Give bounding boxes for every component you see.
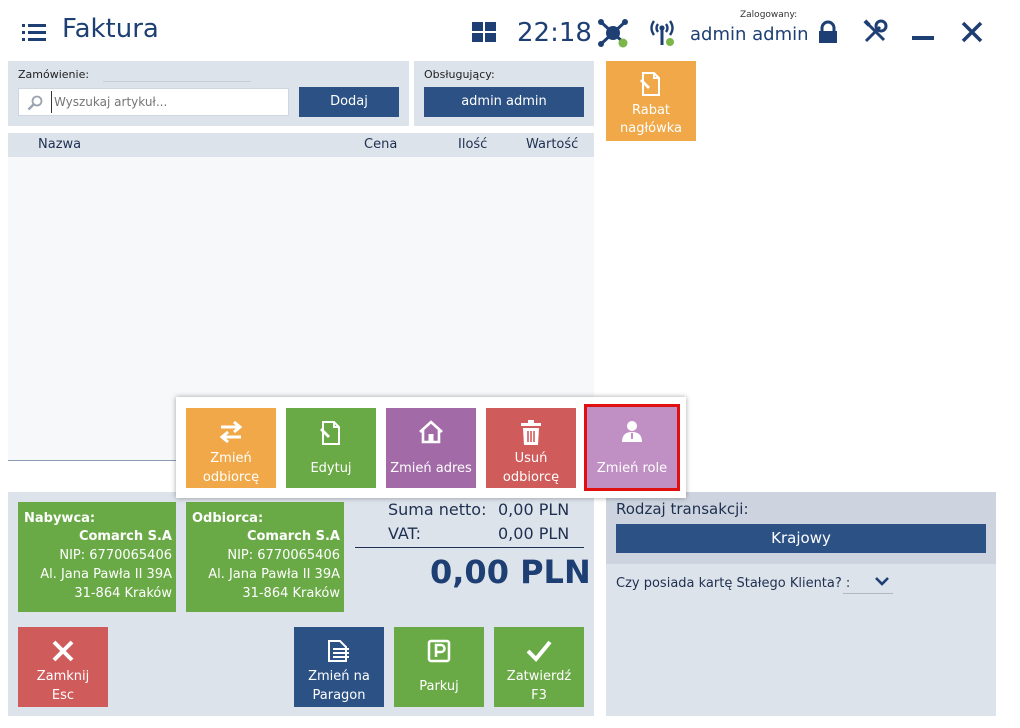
home-icon <box>419 420 443 444</box>
minimize-icon[interactable] <box>912 36 934 40</box>
served-panel: Obsługujący: admin admin <box>414 61 594 126</box>
order-label: Zamówienie: <box>18 68 90 81</box>
buyer-title: Nabywca: <box>24 511 96 526</box>
discount-line2: nagłówka <box>619 121 682 136</box>
recipient-nip: NIP: 6770065406 <box>227 548 340 563</box>
remove-recipient-line2: odbiorcę <box>502 470 560 485</box>
search-box[interactable] <box>18 88 289 116</box>
vat-value: 0,00 PLN <box>498 524 570 543</box>
edit-label: Edytuj <box>310 461 352 476</box>
loyalty-card-label: Czy posiada kartę Stałego Klienta? : <box>616 576 851 591</box>
items-table-header: Nazwa Cena Ilość Wartość <box>8 133 594 157</box>
served-label: Obsługujący: <box>424 68 495 81</box>
edit-button[interactable]: Edytuj <box>286 408 376 488</box>
recipient-street: Al. Jana Pawła II 39A <box>208 567 340 582</box>
buyer-city: 31-864 Kraków <box>74 586 172 601</box>
change-recipient-line1: Zmień <box>210 451 252 466</box>
header-discount-button[interactable]: Rabat nagłówka <box>606 61 696 141</box>
swap-arrows-icon <box>219 420 243 444</box>
park-button[interactable]: Parkuj <box>394 627 484 707</box>
recipient-title: Odbiorca: <box>192 511 264 526</box>
recipient-name: Comarch S.A <box>246 529 340 544</box>
search-icon <box>27 95 43 111</box>
change-address-label: Zmień adres <box>390 461 472 476</box>
checkmark-icon <box>526 640 552 662</box>
park-label: Parkuj <box>419 679 459 694</box>
parking-icon <box>427 639 451 663</box>
total-amount: 0,00 PLN <box>430 553 591 591</box>
buyer-nip: NIP: 6770065406 <box>59 548 172 563</box>
recipient-city: 31-864 Kraków <box>242 586 340 601</box>
served-user-button[interactable]: admin admin <box>424 87 584 117</box>
confirm-label: Zatwierdź <box>506 669 572 684</box>
column-name[interactable]: Nazwa <box>38 137 81 152</box>
summary-divider <box>355 547 584 548</box>
buyer-street: Al. Jana Pawła II 39A <box>40 567 172 582</box>
lock-icon[interactable] <box>816 20 840 44</box>
network-hub-icon[interactable] <box>596 16 630 50</box>
close-button[interactable]: Zamknij Esc <box>18 627 108 707</box>
edit-document-icon <box>320 421 340 445</box>
confirm-button[interactable]: Zatwierdź F3 <box>494 627 584 707</box>
close-label: Zamknij <box>36 669 90 684</box>
buyer-name: Comarch S.A <box>78 529 172 544</box>
order-panel: Zamówienie: Dodaj <box>8 61 409 126</box>
net-sum-label: Suma netto: <box>388 500 487 519</box>
column-quantity[interactable]: Ilość <box>458 137 487 152</box>
signal-icon[interactable] <box>648 17 676 47</box>
change-recipient-line2: odbiorcę <box>202 470 260 485</box>
change-address-button[interactable]: Zmień adres <box>386 408 476 488</box>
column-price[interactable]: Cena <box>364 137 397 152</box>
close-shortcut: Esc <box>51 688 75 703</box>
vat-label: VAT: <box>388 524 422 543</box>
order-underline <box>103 81 251 82</box>
transaction-type-select[interactable]: Krajowy <box>616 524 986 553</box>
remove-recipient-button[interactable]: Usuń odbiorcę <box>486 408 576 488</box>
logged-in-user: admin admin <box>690 24 809 45</box>
confirm-shortcut: F3 <box>531 688 547 703</box>
change-to-receipt-button[interactable]: Zmień na Paragon <box>294 627 384 707</box>
net-sum-value: 0,00 PLN <box>498 500 570 519</box>
table-divider <box>8 460 180 461</box>
x-icon <box>52 640 74 662</box>
menu-icon[interactable] <box>22 22 46 42</box>
add-button[interactable]: Dodaj <box>299 87 399 117</box>
selection-highlight <box>584 404 680 491</box>
recipient-card[interactable]: Odbiorca: Comarch S.A NIP: 6770065406 Al… <box>186 502 344 612</box>
app-header: Faktura 22:18 Zalogowany: admin admin <box>0 0 1020 60</box>
tools-icon[interactable] <box>862 19 888 45</box>
receipt-line1: Zmień na <box>308 669 370 684</box>
trash-icon <box>521 420 541 445</box>
remove-recipient-line1: Usuń <box>514 451 548 466</box>
grid-icon[interactable] <box>472 22 496 42</box>
close-icon[interactable] <box>960 20 984 44</box>
edit-document-icon <box>640 72 660 96</box>
search-input[interactable] <box>51 91 281 113</box>
change-recipient-button[interactable]: Zmień odbiorcę <box>186 408 276 488</box>
discount-line1: Rabat <box>631 103 671 118</box>
transaction-type-label: Rodzaj transakcji: <box>616 500 749 518</box>
loyalty-card-select[interactable] <box>843 574 893 594</box>
chevron-down-icon <box>875 577 889 586</box>
logged-in-label: Zalogowany: <box>740 10 798 20</box>
receipt-line2: Paragon <box>312 688 366 703</box>
page-title: Faktura <box>62 14 159 44</box>
receipt-icon <box>328 640 349 662</box>
clock: 22:18 <box>517 18 592 48</box>
buyer-card[interactable]: Nabywca: Comarch S.A NIP: 6770065406 Al.… <box>18 502 176 612</box>
column-value[interactable]: Wartość <box>526 137 578 152</box>
